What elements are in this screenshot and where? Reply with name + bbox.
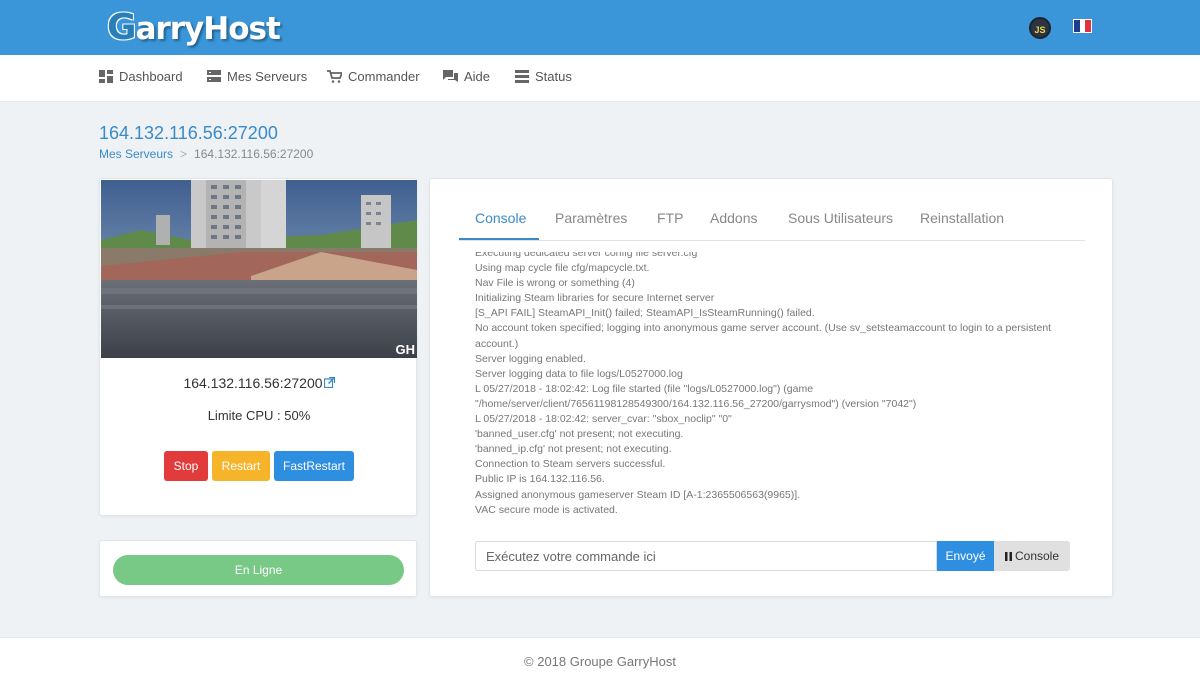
- pause-icon: [1004, 542, 1012, 572]
- main-panel: Console Paramètres FTP Addons Sous Utili…: [429, 178, 1113, 597]
- flag-stripe: [1085, 20, 1092, 32]
- restart-button[interactable]: Restart: [212, 451, 270, 481]
- console-line: Executing dedicated server config file s…: [475, 252, 698, 259]
- fastrestart-button[interactable]: FastRestart: [274, 451, 354, 481]
- nav-mes-serveurs[interactable]: Mes Serveurs: [207, 69, 307, 84]
- console-line: VAC secure mode is activated.: [475, 503, 618, 516]
- tab-parametres[interactable]: Paramètres: [555, 210, 627, 226]
- console-line: [S_API FAIL] SteamAPI_Init() failed; Ste…: [475, 307, 815, 320]
- console-toggle-button[interactable]: Console: [994, 541, 1070, 571]
- server-card: GH 164.132.116.56:27200 Limite CPU : 50%…: [99, 178, 417, 516]
- online-status-badge: En Ligne: [113, 555, 404, 585]
- console-line: Using map cycle file cfg/mapcycle.txt.: [475, 262, 650, 275]
- console-line: Initializing Steam libraries for secure …: [475, 292, 715, 305]
- nav-commander-label: Commander: [348, 69, 420, 84]
- console-line: Assigned anonymous gameserver Steam ID […: [475, 488, 801, 501]
- nav-status[interactable]: Status: [515, 69, 572, 84]
- cart-icon: [327, 70, 342, 83]
- server-icon: [207, 70, 221, 82]
- console-line: Nav File is wrong or something (4): [475, 277, 635, 290]
- french-flag-icon[interactable]: [1073, 19, 1092, 33]
- console-line: Server logging data to file logs/L052700…: [475, 367, 683, 380]
- nav-aide-label: Aide: [464, 69, 491, 84]
- nav-dashboard-label: Dashboard: [119, 69, 183, 84]
- command-input[interactable]: [475, 541, 937, 571]
- page-title: 164.132.116.56:27200: [99, 123, 278, 143]
- breadcrumb-mes-serveurs[interactable]: Mes Serveurs: [99, 147, 173, 161]
- console-output[interactable]: Executing dedicated server config file s…: [475, 252, 1085, 522]
- breadcrumb-separator: >: [180, 147, 188, 161]
- nav-commander[interactable]: Commander: [327, 69, 420, 84]
- status-icon: [515, 70, 529, 83]
- console-toggle-label: Console: [1014, 549, 1060, 563]
- nav-dashboard[interactable]: Dashboard: [99, 69, 183, 84]
- nav-aide[interactable]: Aide: [443, 69, 490, 84]
- console-line: L 05/27/2018 - 18:02:42: Log file starte…: [475, 382, 917, 410]
- status-card: En Ligne: [99, 540, 417, 597]
- dashboard-icon: [99, 70, 113, 83]
- js-badge-icon[interactable]: JS: [1029, 17, 1051, 39]
- stop-button[interactable]: Stop: [164, 451, 208, 481]
- server-address: 164.132.116.56:27200: [183, 375, 323, 391]
- console-line: 'banned_user.cfg' not present; not execu…: [475, 428, 684, 441]
- copyright-text: © 2018 Groupe GarryHost: [524, 654, 676, 669]
- server-address-row: 164.132.116.56:27200: [100, 375, 418, 391]
- gh-watermark: GH: [395, 342, 416, 357]
- tab-ftp[interactable]: FTP: [657, 210, 683, 226]
- console-line: Server logging enabled.: [475, 352, 586, 365]
- map-preview-image: GH: [101, 180, 417, 358]
- main-nav: Dashboard Mes Serveurs Commander Aide St…: [0, 55, 1200, 102]
- footer: © 2018 Groupe GarryHost: [0, 637, 1200, 683]
- cpu-limit: Limite CPU : 50%: [207, 408, 311, 423]
- tab-reinstallation[interactable]: Reinstallation: [920, 210, 1004, 226]
- chat-icon: [443, 70, 458, 82]
- tab-addons[interactable]: Addons: [710, 210, 757, 226]
- console-line: Connection to Steam servers successful.: [475, 458, 666, 471]
- console-line: Public IP is 164.132.116.56.: [475, 473, 605, 486]
- nav-mes-serveurs-label: Mes Serveurs: [227, 69, 308, 84]
- external-link-icon[interactable]: [323, 376, 335, 391]
- tab-sous-utilisateurs[interactable]: Sous Utilisateurs: [788, 210, 893, 226]
- breadcrumb-current: 164.132.116.56:27200: [194, 147, 314, 161]
- tab-bar: Console Paramètres FTP Addons Sous Utili…: [459, 199, 1085, 241]
- active-tab-indicator: [459, 238, 539, 240]
- console-lines: Executing dedicated server config file s…: [475, 252, 1085, 518]
- send-button[interactable]: Envoyé: [937, 541, 994, 571]
- nav-status-label: Status: [535, 69, 572, 84]
- tab-console[interactable]: Console: [475, 210, 526, 226]
- garryhost-logo[interactable]: GarryHost: [107, 8, 281, 49]
- console-line: No account token specified; logging into…: [475, 322, 1054, 350]
- breadcrumb: Mes Serveurs >164.132.116.56:27200: [99, 147, 313, 161]
- top-header: GarryHost JS: [0, 0, 1200, 55]
- console-line: L 05/27/2018 - 18:02:42: server_cvar: "s…: [475, 413, 732, 426]
- console-line: 'banned_ip.cfg' not present; not executi…: [475, 443, 672, 456]
